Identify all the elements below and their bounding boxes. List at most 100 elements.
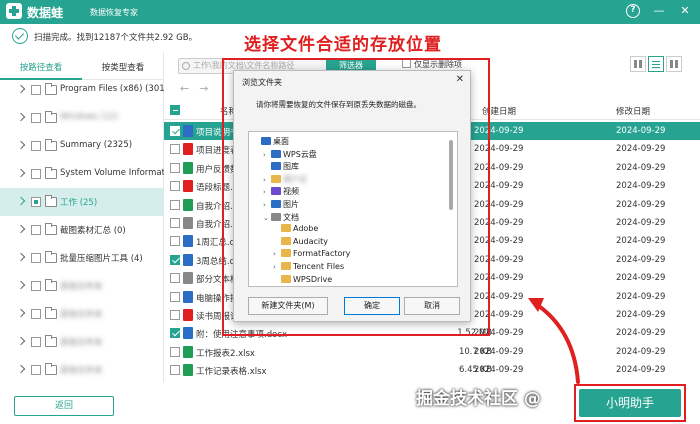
tree-item-label: 其他文件夹 (60, 366, 103, 376)
check-circle-icon (12, 28, 28, 44)
view-mode-buttons (630, 56, 682, 72)
tree-checkbox[interactable] (31, 337, 41, 347)
table-row[interactable]: 工作报表2.xlsx 10.7 KB 2024-09-29 2024-09-29 (164, 343, 700, 361)
chevron-right-icon[interactable] (16, 308, 26, 318)
row-checkbox[interactable] (170, 236, 180, 247)
file-modified: 2024-09-29 (616, 126, 666, 136)
tree-checkbox[interactable] (31, 169, 41, 179)
file-modified: 2024-09-29 (616, 328, 666, 339)
row-checkbox[interactable] (170, 328, 180, 339)
chevron-right-icon[interactable] (16, 252, 26, 262)
select-all-checkbox[interactable] (170, 105, 180, 115)
tree-checkbox[interactable] (31, 365, 41, 375)
tree-item[interactable]: 截图素材汇总 (0) (0, 216, 164, 244)
file-icon (183, 235, 193, 248)
tree-checkbox[interactable] (31, 85, 41, 95)
tree-item-label: 截图素材汇总 (0) (60, 226, 126, 236)
column-modified[interactable]: 修改日期 (616, 105, 650, 117)
tree-item[interactable]: Windows (12) (0, 104, 164, 132)
file-modified: 2024-09-29 (616, 144, 666, 155)
row-checkbox[interactable] (170, 346, 180, 357)
detail-view-button[interactable] (666, 56, 682, 72)
folder-icon (45, 279, 57, 291)
row-checkbox[interactable] (170, 199, 180, 210)
tree-item[interactable]: Summary (2325) (0, 132, 164, 160)
file-created: 2024-09-29 (474, 346, 524, 357)
file-icon (183, 143, 193, 156)
tree-item[interactable]: 其他文件夹 (0, 356, 164, 384)
row-checkbox[interactable] (170, 254, 180, 265)
tree-item-label: 工作 (25) (60, 198, 98, 208)
chevron-right-icon[interactable] (16, 112, 26, 122)
file-icon (183, 217, 193, 229)
tree-checkbox[interactable] (31, 141, 41, 151)
tree-checkbox[interactable] (31, 253, 41, 263)
chevron-right-icon[interactable] (16, 224, 26, 234)
chevron-right-icon[interactable] (16, 336, 26, 346)
annotation-red-box (222, 58, 490, 336)
nav-arrows: ←→ (180, 82, 218, 95)
tree-item-label: Windows (12) (60, 112, 119, 122)
tree-item-label: 其他文件夹 (60, 338, 103, 348)
grid-icon (634, 60, 642, 68)
annotation-arrow-icon (528, 298, 580, 384)
tree-item[interactable]: 其他文件夹 (0, 328, 164, 356)
app-name: 数据蛙 (27, 6, 64, 20)
file-icon (183, 125, 193, 137)
row-checkbox[interactable] (170, 162, 180, 173)
tree-item[interactable]: 其他文件夹 (0, 272, 164, 300)
row-checkbox[interactable] (170, 144, 180, 155)
row-checkbox[interactable] (170, 218, 180, 228)
file-modified: 2024-09-29 (616, 236, 666, 247)
file-icon (183, 309, 193, 321)
folder-icon (45, 167, 57, 179)
minimize-icon[interactable]: — (652, 4, 666, 18)
tree-checkbox[interactable] (31, 197, 41, 207)
file-modified: 2024-09-29 (616, 181, 666, 192)
grid-view-button[interactable] (630, 56, 646, 72)
folder-tree: Program Files (x86) (3010 Windows (12) Sum… (0, 76, 164, 384)
annotation-title: 选择文件合适的存放位置 (244, 35, 442, 55)
tree-item[interactable]: Program Files (x86) (3010 (0, 76, 164, 104)
folder-icon (45, 139, 57, 151)
close-icon[interactable]: ✕ (678, 4, 692, 18)
chevron-right-icon[interactable] (16, 168, 26, 178)
table-row[interactable]: 工作记录表格.xlsx 6.45 KB 2024-09-29 2024-09-29 (164, 361, 700, 379)
tree-checkbox[interactable] (31, 281, 41, 291)
file-icon (183, 161, 193, 174)
folder-icon (45, 335, 57, 347)
chevron-right-icon[interactable] (16, 140, 26, 150)
restore-button[interactable]: 小明助手 (579, 389, 681, 417)
chevron-right-icon[interactable] (16, 84, 26, 94)
tree-checkbox[interactable] (31, 225, 41, 235)
file-icon (183, 180, 193, 193)
tree-checkbox[interactable] (31, 309, 41, 319)
row-checkbox[interactable] (170, 181, 180, 192)
watermark: 掘金技术社区 @ (416, 389, 541, 409)
row-checkbox[interactable] (170, 126, 180, 136)
tree-item[interactable]: 工作 (25) (0, 188, 164, 216)
tree-item[interactable]: System Volume Informati (0, 160, 164, 188)
file-name: 工作报表2.xlsx (196, 348, 255, 359)
row-checkbox[interactable] (170, 291, 180, 302)
chevron-right-icon[interactable] (16, 196, 26, 206)
tree-item[interactable]: 批量压缩图片工具 (4) (0, 244, 164, 272)
folder-icon (45, 111, 57, 123)
tree-item[interactable]: 其他文件夹 (0, 300, 164, 328)
file-created: 2024-09-29 (474, 365, 524, 376)
row-checkbox[interactable] (170, 365, 180, 376)
file-modified: 2024-09-29 (616, 254, 666, 265)
back-button[interactable]: 返回 (14, 396, 114, 416)
list-view-button[interactable] (648, 56, 664, 72)
chevron-right-icon[interactable] (16, 280, 26, 290)
help-icon[interactable]: ? (626, 4, 640, 18)
chevron-right-icon[interactable] (16, 364, 26, 374)
file-modified: 2024-09-29 (616, 365, 666, 376)
detail-icon (670, 60, 678, 68)
back-arrow-icon[interactable]: ← (180, 82, 199, 95)
row-checkbox[interactable] (170, 310, 180, 320)
forward-arrow-icon[interactable]: → (199, 82, 218, 95)
row-checkbox[interactable] (170, 273, 180, 284)
file-modified: 2024-09-29 (616, 218, 666, 228)
tree-checkbox[interactable] (31, 113, 41, 123)
